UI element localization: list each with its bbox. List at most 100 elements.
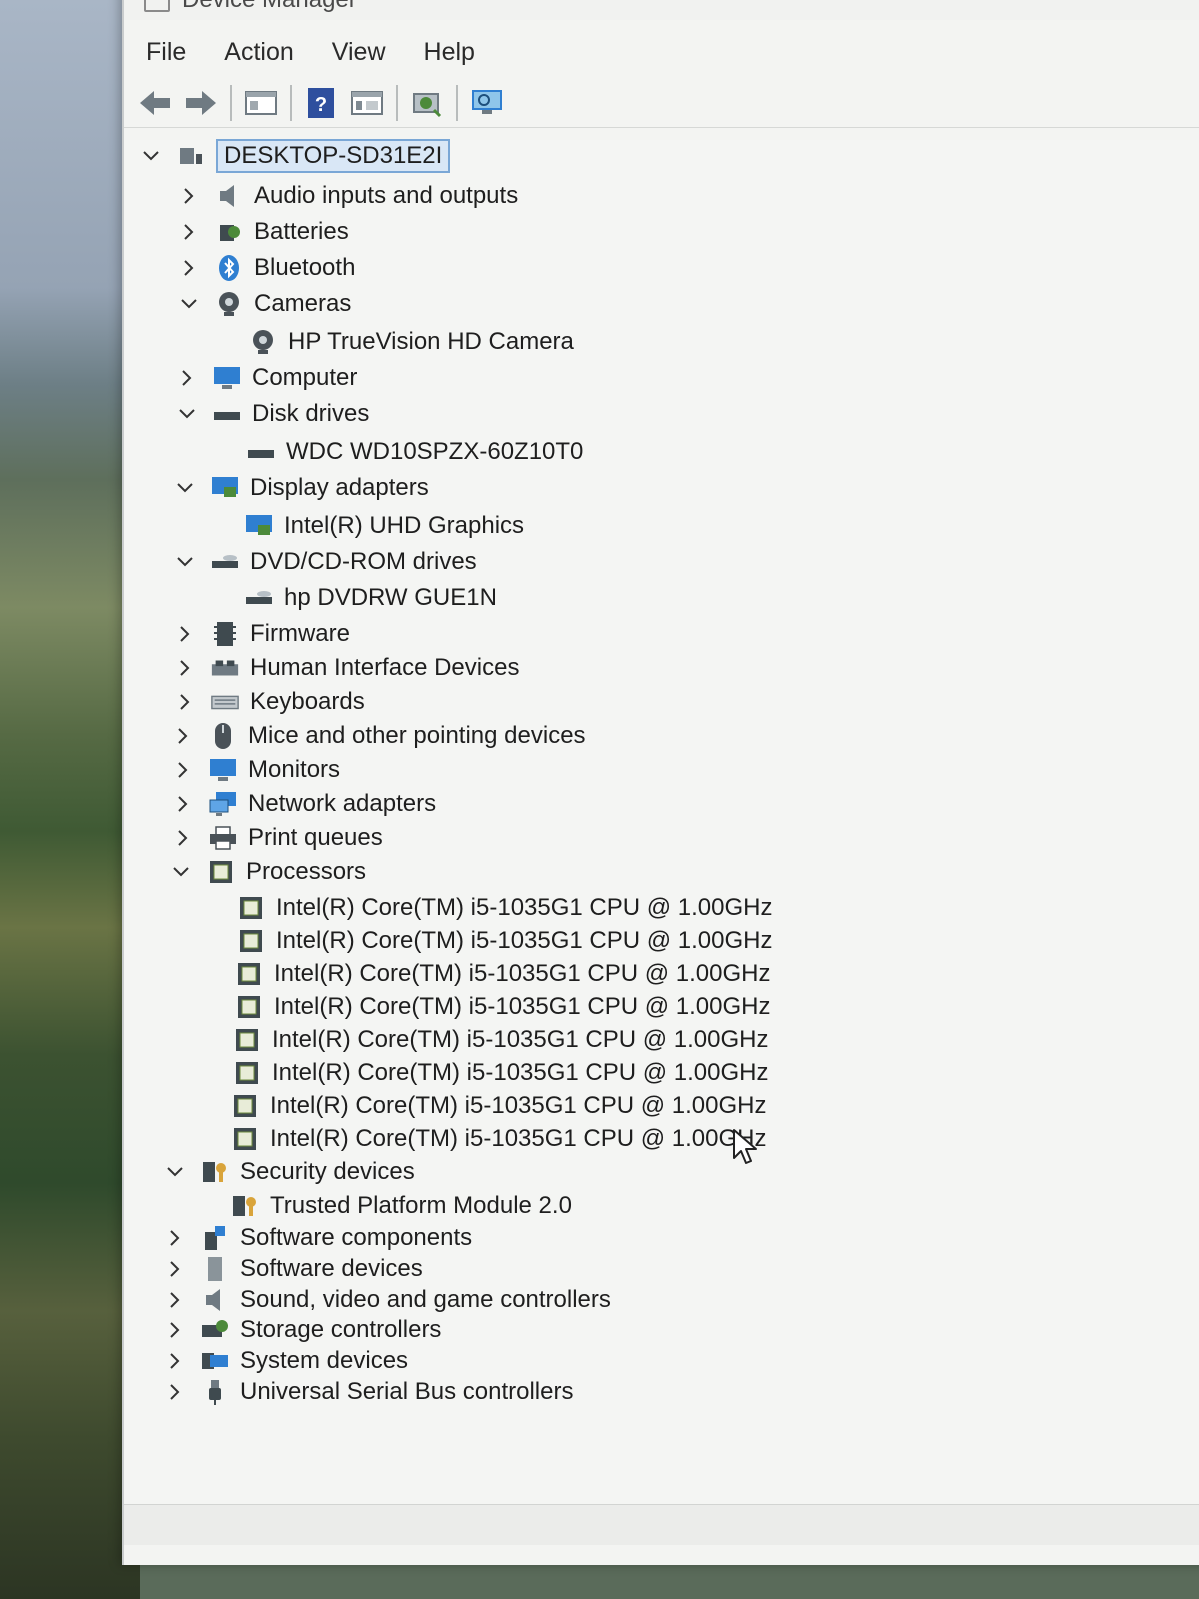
tree-item-processors[interactable]: Processors	[170, 856, 366, 888]
chevron-down-icon[interactable]	[164, 1161, 186, 1183]
chevron-down-icon[interactable]	[176, 403, 198, 425]
tree-item-batteries[interactable]: Batteries	[178, 216, 349, 248]
chevron-down-icon[interactable]	[178, 293, 200, 315]
mouse-icon	[208, 722, 238, 750]
tree-item-firmware[interactable]: Firmware	[174, 618, 350, 650]
view-icon[interactable]	[348, 85, 386, 121]
tree-item-label: Intel(R) Core(TM) i5-1035G1 CPU @ 1.00GH…	[270, 1092, 767, 1119]
back-arrow-icon[interactable]	[136, 85, 174, 121]
help-icon[interactable]: ?	[302, 85, 340, 121]
device-tree: DESKTOP-SD31E2I Audio inputs and outputs…	[124, 139, 1199, 1505]
tree-item-mice[interactable]: Mice and other pointing devices	[172, 720, 586, 752]
chevron-right-icon[interactable]	[164, 1289, 186, 1311]
tree-device-security[interactable]: Trusted Platform Module 2.0	[230, 1190, 572, 1222]
root-node-label: DESKTOP-SD31E2I	[216, 139, 451, 173]
scan-hardware-icon[interactable]	[468, 85, 506, 121]
tree-device-cpu[interactable]: Intel(R) Core(TM) i5-1035G1 CPU @ 1.00GH…	[236, 925, 773, 957]
chevron-down-icon[interactable]	[174, 551, 196, 573]
chevron-right-icon[interactable]	[172, 759, 194, 781]
tree-item-monitors[interactable]: Monitors	[172, 754, 340, 786]
dvd-drive-icon	[244, 584, 274, 612]
chevron-right-icon[interactable]	[164, 1350, 186, 1372]
forward-arrow-icon[interactable]	[182, 85, 220, 121]
security-key-icon	[230, 1192, 260, 1220]
processor-icon	[236, 894, 266, 922]
tree-device-dvd[interactable]: hp DVDRW GUE1N	[244, 582, 497, 614]
tree-item-label: HP TrueVision HD Camera	[288, 328, 574, 355]
tree-item-audio[interactable]: Audio inputs and outputs	[178, 180, 518, 212]
tree-item-dvd[interactable]: DVD/CD-ROM drives	[174, 546, 477, 578]
tree-item-label: Print queues	[248, 824, 383, 851]
chevron-right-icon[interactable]	[178, 257, 200, 279]
chevron-down-icon[interactable]	[140, 145, 162, 167]
tree-item-label: Intel(R) Core(TM) i5-1035G1 CPU @ 1.00GH…	[276, 894, 773, 921]
device-manager-window: Device Manager File Action View Help ?	[122, 0, 1199, 1565]
tree-item-label: Sound, video and game controllers	[240, 1286, 611, 1313]
tree-item-keyboards[interactable]: Keyboards	[174, 686, 365, 718]
chevron-right-icon[interactable]	[174, 623, 196, 645]
software-device-icon	[200, 1255, 230, 1283]
status-bar	[124, 1504, 1199, 1545]
tree-device-cpu[interactable]: Intel(R) Core(TM) i5-1035G1 CPU @ 1.00GH…	[230, 1123, 767, 1155]
processor-icon	[234, 993, 264, 1021]
chevron-right-icon[interactable]	[172, 827, 194, 849]
menu-help[interactable]: Help	[402, 30, 491, 74]
tree-item-computer[interactable]: Computer	[176, 362, 357, 394]
menu-action[interactable]: Action	[202, 30, 309, 74]
tree-root[interactable]: DESKTOP-SD31E2I	[140, 139, 451, 173]
chevron-right-icon[interactable]	[172, 793, 194, 815]
chevron-right-icon[interactable]	[164, 1381, 186, 1403]
tree-item-disk[interactable]: Disk drives	[176, 398, 369, 430]
chevron-right-icon[interactable]	[172, 725, 194, 747]
bluetooth-icon	[214, 254, 244, 282]
tree-item-hid[interactable]: Human Interface Devices	[174, 652, 519, 684]
tree-item-display[interactable]: Display adapters	[174, 472, 429, 504]
mouse-cursor-icon	[732, 1128, 760, 1171]
tree-item-label: Human Interface Devices	[250, 654, 520, 681]
chevron-right-icon[interactable]	[178, 221, 200, 243]
battery-icon	[214, 218, 244, 246]
tree-item-system[interactable]: System devices	[164, 1345, 408, 1377]
tree-item-software-devices[interactable]: Software devices	[164, 1253, 423, 1285]
tree-item-software-components[interactable]: Software components	[164, 1222, 472, 1254]
properties-icon[interactable]	[242, 85, 280, 121]
speaker-icon	[214, 182, 244, 210]
chevron-right-icon[interactable]	[164, 1319, 186, 1341]
tree-item-sound[interactable]: Sound, video and game controllers	[164, 1284, 611, 1316]
tree-item-security[interactable]: Security devices	[164, 1156, 415, 1188]
tree-device-cpu[interactable]: Intel(R) Core(TM) i5-1035G1 CPU @ 1.00GH…	[230, 1090, 767, 1122]
firmware-chip-icon	[210, 620, 240, 648]
tree-item-storage[interactable]: Storage controllers	[164, 1314, 441, 1346]
chevron-right-icon[interactable]	[178, 185, 200, 207]
tree-device-cpu[interactable]: Intel(R) Core(TM) i5-1035G1 CPU @ 1.00GH…	[232, 1024, 769, 1056]
tree-item-network[interactable]: Network adapters	[172, 788, 436, 820]
toolbar-separator	[396, 84, 398, 121]
tree-device-cpu[interactable]: Intel(R) Core(TM) i5-1035G1 CPU @ 1.00GH…	[232, 1057, 769, 1089]
chevron-right-icon[interactable]	[164, 1227, 186, 1249]
tree-device-cpu[interactable]: Intel(R) Core(TM) i5-1035G1 CPU @ 1.00GH…	[236, 892, 773, 924]
tree-device-display[interactable]: Intel(R) UHD Graphics	[244, 510, 524, 542]
tree-item-print[interactable]: Print queues	[172, 822, 383, 854]
menu-file[interactable]: File	[124, 30, 202, 74]
chevron-down-icon[interactable]	[170, 861, 192, 883]
chevron-down-icon[interactable]	[174, 477, 196, 499]
update-driver-icon[interactable]	[408, 85, 446, 121]
tree-device-cpu[interactable]: Intel(R) Core(TM) i5-1035G1 CPU @ 1.00GH…	[234, 958, 771, 990]
tree-item-usb[interactable]: Universal Serial Bus controllers	[164, 1376, 573, 1408]
processor-icon	[234, 960, 264, 988]
tree-item-label: Bluetooth	[254, 254, 356, 281]
tree-device-cpu[interactable]: Intel(R) Core(TM) i5-1035G1 CPU @ 1.00GH…	[234, 991, 771, 1023]
chevron-right-icon[interactable]	[174, 657, 196, 679]
network-adapter-icon	[208, 790, 238, 818]
chevron-right-icon[interactable]	[164, 1258, 186, 1280]
system-device-icon	[200, 1347, 230, 1375]
tree-device-camera[interactable]: HP TrueVision HD Camera	[248, 326, 574, 358]
tree-item-label: Trusted Platform Module 2.0	[270, 1192, 572, 1219]
chevron-right-icon[interactable]	[176, 367, 198, 389]
tree-item-label: DVD/CD-ROM drives	[250, 548, 477, 575]
tree-device-disk[interactable]: WDC WD10SPZX-60Z10T0	[246, 436, 583, 468]
tree-item-cameras[interactable]: Cameras	[178, 288, 351, 320]
menu-view[interactable]: View	[310, 30, 402, 74]
tree-item-bluetooth[interactable]: Bluetooth	[178, 252, 355, 284]
chevron-right-icon[interactable]	[174, 691, 196, 713]
